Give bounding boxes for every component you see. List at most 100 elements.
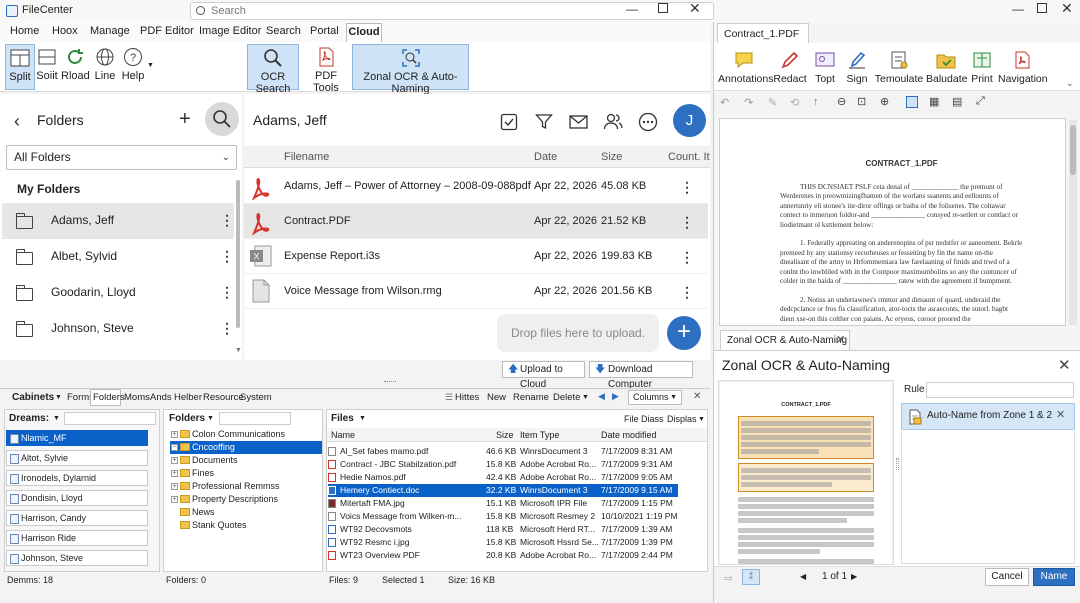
file-row[interactable]: X Expense Report.i3s Apr 22, 2026 199.83… (244, 239, 708, 274)
next-page-icon[interactable]: ▶ (851, 572, 857, 581)
folders-dropdown-icon[interactable]: ▼ (207, 415, 214, 422)
drawer-item[interactable]: Harrison Ride (6, 530, 148, 546)
more-options-icon[interactable]: ⋮ (680, 214, 694, 231)
file-row[interactable]: Hedie Namos.pdf 42.4 KB Adobe Acrobat Ro..… (328, 471, 678, 484)
help-dropdown-icon[interactable]: ▼ (147, 62, 154, 69)
tree-item[interactable]: Stank Quotes (170, 519, 247, 532)
file-row[interactable]: WT23 Overview PDF 20.8 KB Adobe Acrobat Ro… (328, 549, 678, 562)
users-icon[interactable] (603, 112, 623, 130)
viewer-tab[interactable]: Contract_1.PDF (717, 23, 809, 43)
ocr-zone-2[interactable] (738, 463, 874, 492)
folders-filter-input[interactable] (219, 412, 291, 425)
tab-system[interactable]: System (240, 392, 272, 403)
next-arrow-icon[interactable]: ▶ (612, 391, 619, 402)
menu-pdf-editor[interactable]: PDF Editor (140, 25, 194, 37)
draw-icon[interactable]: ✎ (768, 96, 777, 109)
files-dropdown-icon[interactable]: ▼ (359, 415, 366, 422)
rename-button[interactable]: Rename (513, 392, 549, 403)
viewer-maximize-icon[interactable] (1037, 3, 1047, 13)
expand-icon[interactable]: + (171, 483, 178, 490)
more-options-icon[interactable]: ⋮ (220, 213, 234, 227)
zone-tool-icon[interactable]: ⁑ (742, 569, 760, 585)
ocr-search-button[interactable]: OCR Search (247, 44, 299, 95)
zonal-thumbnail-page[interactable]: CONTRACT_1.PDF (720, 382, 892, 578)
add-file-button[interactable]: + (667, 316, 701, 350)
col-name[interactable]: Name (331, 430, 355, 440)
folder-item-johnson-steve[interactable]: Johnson, Steve ⋮ (2, 311, 234, 347)
viewer-scroll-thumb[interactable] (1070, 125, 1076, 175)
drawer-item[interactable]: Altot, Sylvie (6, 450, 148, 466)
file-row[interactable]: Contract.PDF Apr 22, 2026 21.52 KB ⋮ (244, 204, 708, 239)
expand-icon[interactable]: + (171, 457, 178, 464)
tab-ands[interactable]: Ands (150, 392, 172, 403)
zoom-in-icon[interactable]: ⊕ (880, 95, 889, 108)
tab-resource[interactable]: Resource (203, 392, 244, 403)
avatar[interactable]: J (673, 104, 706, 137)
page-view-icon[interactable] (906, 96, 918, 108)
viewer-close-icon[interactable]: ✕ (1061, 0, 1073, 17)
menu-cloud[interactable]: Cloud (346, 23, 382, 42)
download-computer-button[interactable]: 🡇 Download Computer (589, 361, 693, 390)
redact-button[interactable]: Redact (773, 50, 807, 85)
drawer-item[interactable]: Ironodels, Dylarnid (6, 470, 148, 486)
more-options-icon[interactable]: ⋮ (220, 249, 234, 263)
col-filename[interactable]: Filename (284, 151, 329, 163)
prev-page-icon[interactable]: ◀ (800, 572, 806, 581)
soiit-button[interactable]: Soiit (36, 44, 58, 90)
undo-icon[interactable]: ↶ (720, 96, 729, 109)
file-diass-button[interactable]: File Diass (624, 414, 664, 424)
file-row[interactable]: WT92 Decovsmots 118 KB Microsoft Herd RT..… (328, 523, 678, 536)
print-button[interactable]: Print (968, 50, 996, 85)
zonal-ocr-button[interactable]: Zonal OCR & Auto-Naming (352, 44, 469, 95)
arrow-up-icon[interactable]: ↑ (813, 96, 819, 108)
filter-icon[interactable] (535, 113, 553, 131)
drawer-item[interactable]: Harrison, Candy (6, 510, 148, 526)
baludate-button[interactable]: Baludate (926, 50, 967, 85)
mail-icon[interactable] (569, 114, 588, 130)
tab-moms[interactable]: Moms (124, 392, 150, 403)
folder-filter-select[interactable]: All Folders ⌄ (6, 145, 237, 170)
tree-item[interactable]: + Professional Remmss (170, 480, 280, 493)
folder-item-goodarin-lloyd[interactable]: Goodarin, Lloyd ⋮ (2, 275, 234, 311)
fit-page-icon[interactable]: ⊡ (857, 95, 866, 108)
drawers-dropdown-icon[interactable]: ▼ (53, 415, 60, 422)
expand-icon[interactable]: + (171, 496, 178, 503)
more-options-icon[interactable]: ⋮ (680, 179, 694, 196)
new-button[interactable]: New (487, 392, 506, 403)
prev-arrow-icon[interactable]: ◀ (598, 391, 605, 402)
tree-item[interactable]: + Property Descriptions (170, 493, 278, 506)
name-button[interactable]: Name (1033, 568, 1075, 586)
expand-icon[interactable]: + (171, 431, 178, 438)
expand-icon[interactable]: ⤢ (976, 95, 985, 108)
cancel-button[interactable]: Cancel (985, 568, 1029, 586)
drawer-item-selected[interactable]: Nlamic_MF (6, 430, 148, 446)
panel-splitter[interactable] (896, 458, 899, 470)
hittes-button[interactable]: Hittes (455, 392, 479, 403)
file-row[interactable]: Voice Message from Wilson.rmg Apr 22, 20… (244, 274, 708, 309)
close-icon[interactable]: ✕ (693, 391, 701, 402)
annotations-button[interactable]: Annotations (718, 50, 773, 85)
remove-rule-icon[interactable]: ✕ (1056, 408, 1065, 421)
edit-page-icon[interactable]: ▤ (952, 95, 962, 108)
upload-to-cloud-button[interactable]: 🡅 Upload to Cloud (502, 361, 585, 390)
columns-select[interactable]: Columns ▼ (628, 390, 682, 405)
maximize-icon[interactable] (658, 3, 668, 13)
thumbnails-icon[interactable]: ▦ (929, 95, 939, 108)
close-icon[interactable]: ✕ (689, 0, 701, 17)
folder-item-albet-sylvid[interactable]: Albet, Sylvid ⋮ (2, 239, 234, 275)
menu-home[interactable]: Home (10, 25, 39, 37)
more-horizontal-icon[interactable] (638, 112, 658, 132)
col-count[interactable]: Count. It (668, 151, 710, 163)
delete-button[interactable]: Delete (553, 392, 580, 403)
displas-button[interactable]: Displas (667, 414, 697, 424)
file-row[interactable]: Mitertaft FMA.jpg 15.1 KB Microsoft IPR Fi… (328, 497, 678, 510)
cabinets-dropdown-icon[interactable]: ▼ (55, 394, 62, 401)
zoom-out-icon[interactable]: ⊖ (837, 95, 846, 108)
folder-search-button[interactable] (205, 102, 239, 136)
drawer-item[interactable]: Dondisin, Lloyd (6, 490, 148, 506)
col-item-type[interactable]: Item Type (520, 430, 559, 440)
template-button[interactable]: Temoulate (874, 50, 924, 85)
more-options-icon[interactable]: ⋮ (680, 284, 694, 301)
tree-item[interactable]: + Documents (170, 454, 238, 467)
rotate-icon[interactable]: ⟲ (790, 96, 799, 109)
